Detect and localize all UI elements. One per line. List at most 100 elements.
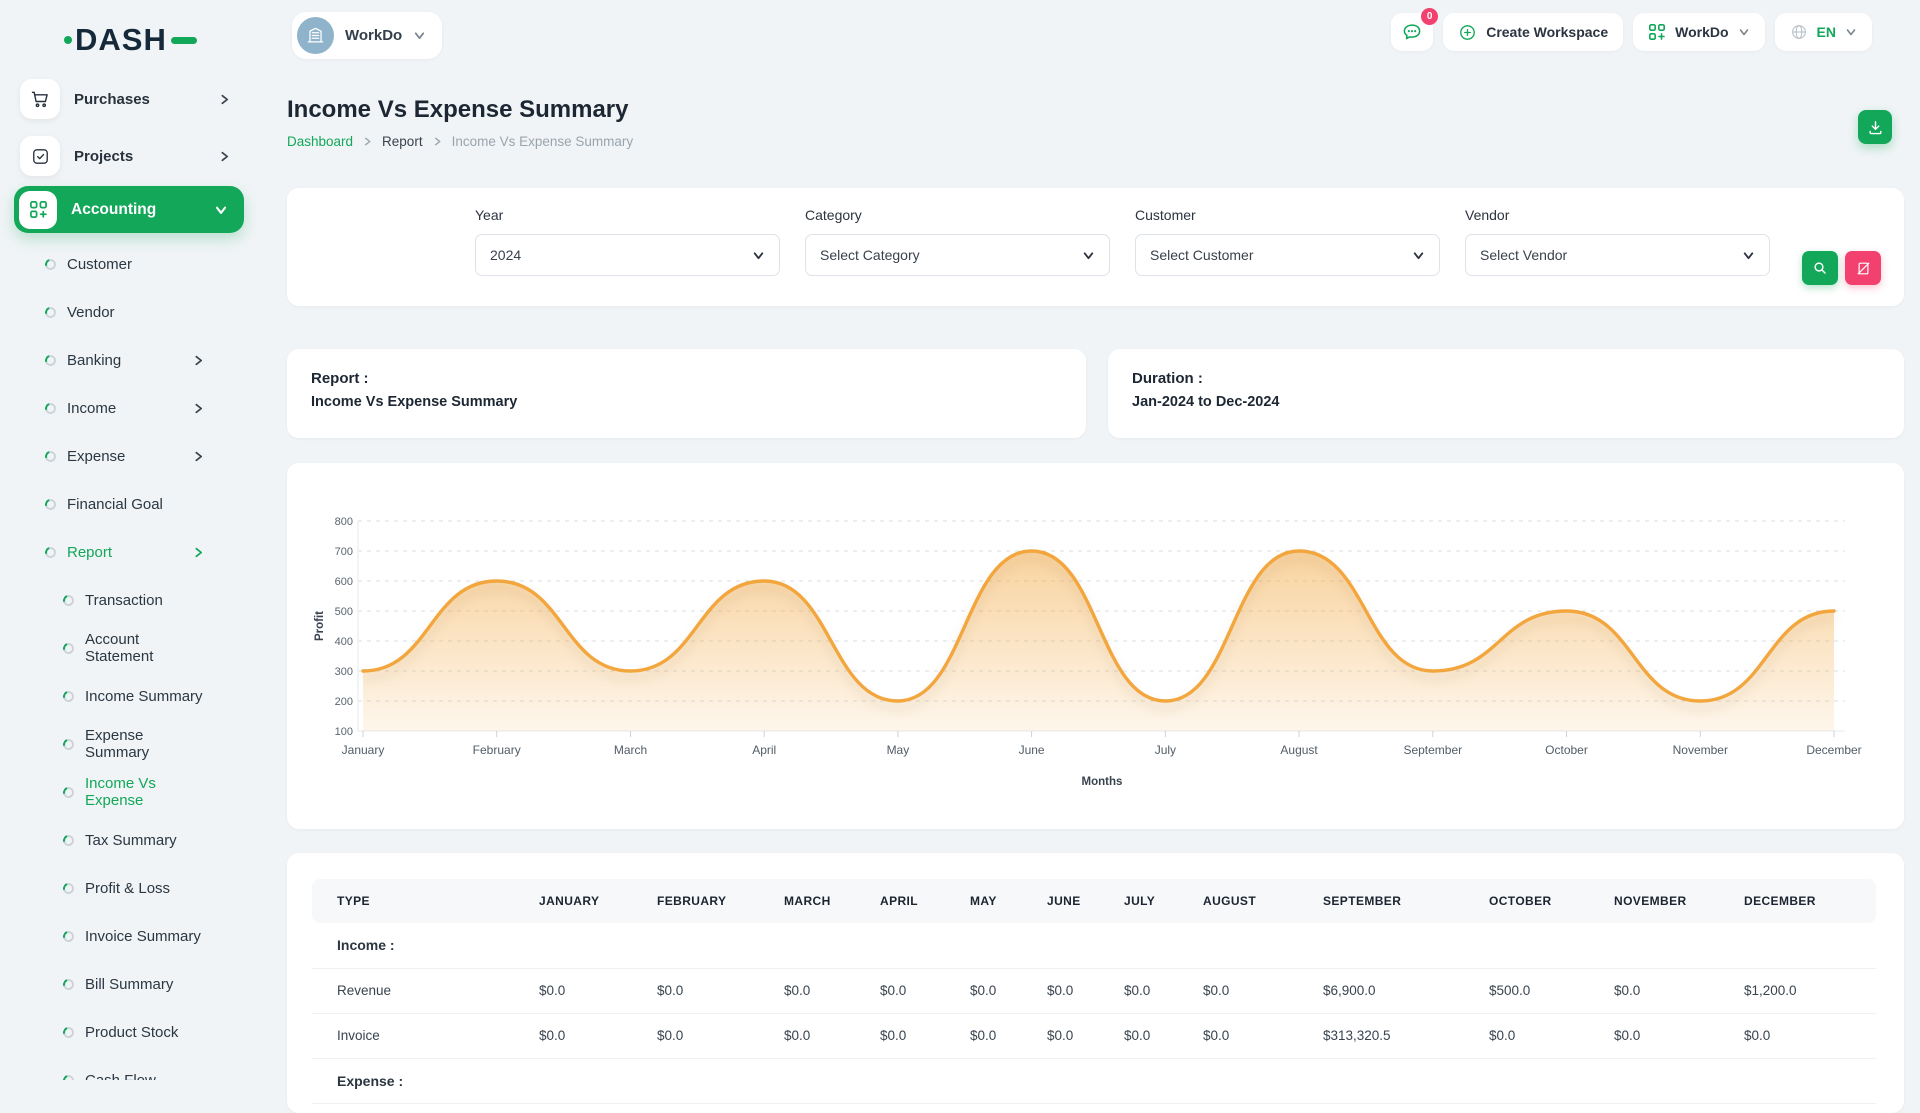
sidebar-item-expense[interactable]: Expense [0,432,257,480]
report-card-value: Income Vs Expense Summary [311,394,1062,410]
reset-filter-button[interactable] [1845,251,1881,285]
check-square-icon [20,136,60,176]
workspace-menu-label: WorkDo [1675,24,1728,40]
bullet-icon [43,353,58,368]
bullet-icon [61,785,76,800]
svg-text:March: March [614,743,647,757]
svg-text:July: July [1155,743,1176,757]
column-header: AUGUST [1203,879,1323,923]
vendor-select[interactable]: Select Vendor [1465,234,1770,276]
svg-text:Profit: Profit [314,611,326,641]
sidebar-item-customer[interactable]: Customer [0,240,257,288]
svg-text:April: April [752,743,776,757]
select-value: Select Vendor [1480,247,1567,263]
breadcrumb-report[interactable]: Report [382,134,423,149]
svg-text:August: August [1280,743,1318,757]
workspace-avatar [297,17,334,54]
sidebar-item-bill-summary[interactable]: Bill Summary [0,960,257,1008]
table-section-row: Income : [312,923,1876,968]
sidebar-item-cash-flow[interactable]: Cash Flow [0,1056,257,1080]
table-cell: $0.0 [880,1013,970,1058]
column-header: TYPE [312,879,539,923]
table-cell: $0.0 [1047,1013,1124,1058]
chevron-right-icon [362,136,373,147]
sidebar-item-accounting[interactable]: Accounting [14,186,244,233]
sidebar-item-projects[interactable]: Projects [0,136,257,176]
svg-text:Months: Months [1082,776,1123,788]
table-cell: $0.0 [1124,1013,1203,1058]
chevron-right-icon [192,450,205,463]
sidebar-item-income-summary[interactable]: Income Summary [0,672,257,720]
table-cell: $0.0 [880,968,970,1013]
filter-field-vendor: Vendor Select Vendor [1465,207,1770,276]
table-cell: $500.0 [1489,968,1614,1013]
filter-label: Customer [1135,207,1440,223]
sidebar-item-vendor[interactable]: Vendor [0,288,257,336]
reset-icon [1856,261,1871,276]
filter-field-year: Year2024 [475,207,780,276]
sidebar-item-tax-summary[interactable]: Tax Summary [0,816,257,864]
sidebar-item-expense-summary[interactable]: Expense Summary [0,720,257,768]
chevron-down-icon [1412,249,1425,262]
download-button[interactable] [1858,110,1892,144]
sidebar: DASH Purchases Projects [0,0,257,1080]
filter-fields: Year2024 Category Select Category Customer S… [475,207,1795,276]
svg-text:September: September [1403,743,1462,757]
table-cell: $6,900.0 [1323,968,1489,1013]
chat-icon [1401,21,1423,43]
apply-filter-button[interactable] [1802,251,1838,285]
svg-text:600: 600 [335,576,353,588]
search-icon [1812,260,1828,276]
sidebar-item-profit-loss[interactable]: Profit & Loss [0,864,257,912]
sidebar-item-account-statement[interactable]: Account Statement [0,624,257,672]
sidebar-item-banking[interactable]: Banking [0,336,257,384]
customer-select[interactable]: Select Customer [1135,234,1440,276]
svg-text:November: November [1673,743,1728,757]
select-value: 2024 [490,247,521,263]
year-select[interactable]: 2024 [475,234,780,276]
breadcrumb-current: Income Vs Expense Summary [452,134,634,149]
filter-label: Vendor [1465,207,1770,223]
chevron-right-icon [192,546,205,559]
plus-circle-icon [1458,23,1477,42]
sidebar-item-financial-goal[interactable]: Financial Goal [0,480,257,528]
cart-icon [20,79,60,119]
grid-plus-icon [1648,23,1666,41]
table-cell: $0.0 [970,1013,1047,1058]
table-header-row: TYPEJANUARYFEBRUARYMARCHAPRILMAYJUNEJULY… [312,879,1876,923]
workspace-selector[interactable]: WorkDo [292,12,442,59]
header-actions: 0 Create Workspace WorkDo EN [1391,13,1872,51]
income-expense-table: TYPEJANUARYFEBRUARYMARCHAPRILMAYJUNEJULY… [312,879,1876,1104]
breadcrumb-dashboard[interactable]: Dashboard [287,134,353,149]
messages-button[interactable]: 0 [1391,13,1433,51]
bullet-icon [61,593,76,608]
filter-label: Category [805,207,1110,223]
bullet-icon [61,977,76,992]
language-selector[interactable]: EN [1775,13,1872,51]
svg-text:May: May [887,743,910,757]
sidebar-item-report[interactable]: Report [0,528,257,576]
column-header: SEPTEMBER [1323,879,1489,923]
sidebar-menu: CustomerVendorBankingIncomeExpenseFinanc… [0,240,257,1080]
category-select[interactable]: Select Category [805,234,1110,276]
column-header: MAY [970,879,1047,923]
svg-text:800: 800 [335,516,353,528]
svg-text:300: 300 [335,666,353,678]
sidebar-item-transaction[interactable]: Transaction [0,576,257,624]
workspace-name: WorkDo [345,27,402,44]
sidebar-item-income[interactable]: Income [0,384,257,432]
chevron-down-icon [1738,26,1750,38]
workspace-menu-button[interactable]: WorkDo [1633,13,1764,51]
bullet-icon [61,833,76,848]
bullet-icon [43,305,58,320]
sidebar-item-purchases[interactable]: Purchases [0,79,257,119]
create-workspace-button[interactable]: Create Workspace [1443,13,1623,51]
sidebar-item-income-vs-expense[interactable]: Income Vs Expense [0,768,257,816]
chevron-right-icon [192,402,205,415]
sidebar-item-invoice-summary[interactable]: Invoice Summary [0,912,257,960]
bullet-icon [61,881,76,896]
create-workspace-label: Create Workspace [1486,24,1608,40]
svg-text:January: January [342,743,385,757]
dash-logo[interactable]: DASH [64,22,197,58]
sidebar-item-product-stock[interactable]: Product Stock [0,1008,257,1056]
